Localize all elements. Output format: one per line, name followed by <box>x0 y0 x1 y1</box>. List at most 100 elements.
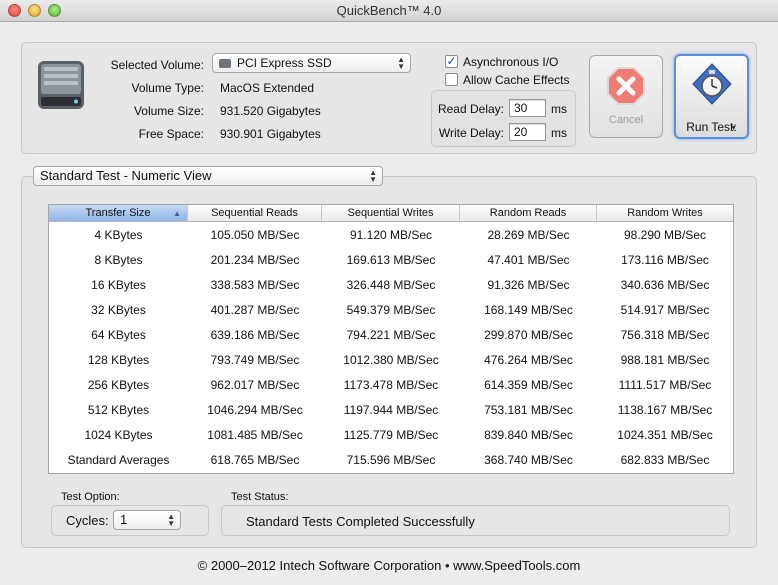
cell-transfer-size: 512 KBytes <box>87 403 150 417</box>
col-header-sequential-reads[interactable]: Sequential Reads <box>188 205 322 221</box>
cell-sequential-reads: 1081.485 MB/Sec <box>207 428 303 442</box>
cell-sequential-writes: 715.596 MB/Sec <box>346 453 436 467</box>
table-row[interactable]: 4 KBytes 105.050 MB/Sec 91.120 MB/Sec 28.26… <box>49 223 733 248</box>
cycles-label: Cycles: <box>66 513 109 528</box>
table-row[interactable]: 256 KBytes 962.017 MB/Sec 1173.478 MB/Sec 6… <box>49 373 733 398</box>
cell-random-writes: 340.636 MB/Sec <box>620 278 710 292</box>
write-delay-unit: ms <box>551 126 567 140</box>
volume-type-label: Volume Type: <box>131 81 205 95</box>
table-row[interactable]: 128 KBytes 793.749 MB/Sec 1012.380 MB/Sec 4… <box>49 348 733 373</box>
test-option-label: Test Option: <box>61 491 120 503</box>
copyright-footer: © 2000–2012 Intech Software Corporation … <box>197 558 581 573</box>
col-header-random-reads[interactable]: Random Reads <box>460 205 597 221</box>
stopwatch-icon <box>691 62 733 106</box>
read-delay-unit: ms <box>551 102 567 116</box>
cache-effects-checkbox[interactable] <box>445 73 458 86</box>
cell-sequential-writes: 794.221 MB/Sec <box>346 328 436 342</box>
cell-sequential-reads: 105.050 MB/Sec <box>210 228 300 242</box>
cell-random-reads: 476.264 MB/Sec <box>484 353 573 367</box>
cell-random-writes: 988.181 MB/Sec <box>620 353 710 367</box>
drive-small-icon <box>219 59 231 69</box>
table-header: Transfer Size ▲ Sequential Reads Sequent… <box>49 205 733 222</box>
cell-random-reads: 839.840 MB/Sec <box>484 428 573 442</box>
col-header-sequential-writes[interactable]: Sequential Writes <box>322 205 460 221</box>
col-header-random-writes[interactable]: Random Writes <box>597 205 733 221</box>
read-delay-label: Read Delay: <box>437 102 504 116</box>
cell-random-reads: 47.401 MB/Sec <box>487 253 570 267</box>
cell-transfer-size: 256 KBytes <box>87 378 150 392</box>
cell-transfer-size: 64 KBytes <box>91 328 146 342</box>
table-row[interactable]: 64 KBytes 639.186 MB/Sec 794.221 MB/Sec 299… <box>49 323 733 348</box>
cell-random-writes: 756.318 MB/Sec <box>620 328 710 342</box>
table-row[interactable]: 8 KBytes 201.234 MB/Sec 169.613 MB/Sec 47.4… <box>49 248 733 273</box>
minimize-window-button[interactable] <box>28 4 41 17</box>
cell-random-reads: 368.740 MB/Sec <box>484 453 573 467</box>
cell-sequential-reads: 639.186 MB/Sec <box>210 328 300 342</box>
cell-random-writes: 173.116 MB/Sec <box>621 253 709 267</box>
async-io-checkbox[interactable]: ✓ <box>445 55 458 68</box>
cell-transfer-size: Standard Averages <box>67 453 170 467</box>
view-mode-select-value: Standard Test - Numeric View <box>40 168 212 183</box>
cell-random-reads: 299.870 MB/Sec <box>484 328 573 342</box>
window-title: QuickBench™ 4.0 <box>336 3 442 18</box>
cycles-select-value: 1 <box>120 512 128 527</box>
cell-transfer-size: 16 KBytes <box>91 278 146 292</box>
cell-sequential-reads: 962.017 MB/Sec <box>210 378 300 392</box>
write-delay-field[interactable]: 20 <box>509 123 546 141</box>
free-space-value: 930.901 Gigabytes <box>220 127 321 141</box>
cell-sequential-reads: 401.287 MB/Sec <box>210 303 300 317</box>
view-mode-select[interactable]: Standard Test - Numeric View ▲ ▼ <box>33 166 383 186</box>
chevron-updown-icon: ▲ ▼ <box>167 512 175 528</box>
cell-sequential-writes: 169.613 MB/Sec <box>346 253 436 267</box>
cell-random-writes: 682.833 MB/Sec <box>620 453 710 467</box>
table-row[interactable]: Standard Averages 618.765 MB/Sec 715.596 M… <box>49 448 733 473</box>
cell-random-reads: 614.359 MB/Sec <box>484 378 573 392</box>
cell-sequential-writes: 326.448 MB/Sec <box>346 278 436 292</box>
cell-sequential-writes: 549.379 MB/Sec <box>346 303 436 317</box>
cell-random-writes: 98.290 MB/Sec <box>623 228 707 242</box>
title-bar: QuickBench™ 4.0 <box>0 0 778 22</box>
cycles-select[interactable]: 1 ▲ ▼ <box>113 510 181 530</box>
cell-sequential-reads: 338.583 MB/Sec <box>210 278 300 292</box>
cancel-button[interactable]: Cancel <box>589 55 663 138</box>
results-table: Transfer Size ▲ Sequential Reads Sequent… <box>48 204 734 474</box>
cell-random-writes: 1111.517 MB/Sec <box>618 378 712 392</box>
cell-random-reads: 91.326 MB/Sec <box>487 278 570 292</box>
table-row[interactable]: 1024 KBytes 1081.485 MB/Sec 1125.779 MB/Se… <box>49 423 733 448</box>
run-test-button[interactable]: Run Test: ▼ <box>674 54 749 139</box>
test-status-label: Test Status: <box>231 491 289 503</box>
zoom-window-button[interactable] <box>48 4 61 17</box>
volume-size-value: 931.520 Gigabytes <box>220 104 321 118</box>
volume-type-value: MacOS Extended <box>220 81 315 95</box>
cell-sequential-reads: 201.234 MB/Sec <box>210 253 300 267</box>
volume-select-value: PCI Express SSD <box>237 56 332 70</box>
cell-transfer-size: 4 KBytes <box>94 228 143 242</box>
read-delay-field[interactable]: 30 <box>509 99 546 117</box>
write-delay-label: Write Delay: <box>438 126 504 140</box>
cell-random-writes: 1138.167 MB/Sec <box>617 403 713 417</box>
run-menu-arrow-icon: ▼ <box>730 125 737 132</box>
close-window-button[interactable] <box>8 4 21 17</box>
col-header-transfer-size[interactable]: Transfer Size ▲ <box>49 205 188 221</box>
selected-volume-label: Selected Volume: <box>110 58 204 72</box>
table-row[interactable]: 16 KBytes 338.583 MB/Sec 326.448 MB/Sec 91.… <box>49 273 733 298</box>
hard-drive-icon <box>36 57 86 112</box>
cell-random-reads: 28.269 MB/Sec <box>487 228 570 242</box>
cache-effects-label: Allow Cache Effects <box>463 73 570 87</box>
volume-select[interactable]: PCI Express SSD ▲ ▼ <box>212 53 411 73</box>
chevron-updown-icon: ▲ ▼ <box>397 55 405 71</box>
free-space-label: Free Space: <box>138 127 204 141</box>
cell-transfer-size: 32 KBytes <box>91 303 146 317</box>
cell-random-writes: 514.917 MB/Sec <box>620 303 710 317</box>
table-row[interactable]: 512 KBytes 1046.294 MB/Sec 1197.944 MB/Sec… <box>49 398 733 423</box>
table-row[interactable]: 32 KBytes 401.287 MB/Sec 549.379 MB/Sec 168… <box>49 298 733 323</box>
cell-sequential-writes: 1173.478 MB/Sec <box>343 378 439 392</box>
cell-sequential-reads: 793.749 MB/Sec <box>210 353 300 367</box>
cell-sequential-writes: 91.120 MB/Sec <box>349 228 433 242</box>
stop-icon <box>606 66 646 106</box>
cell-transfer-size: 1024 KBytes <box>84 428 153 442</box>
cell-sequential-writes: 1197.944 MB/Sec <box>343 403 439 417</box>
chevron-updown-icon: ▲ ▼ <box>369 168 377 184</box>
cell-random-reads: 753.181 MB/Sec <box>484 403 573 417</box>
sort-ascending-icon: ▲ <box>173 209 181 218</box>
